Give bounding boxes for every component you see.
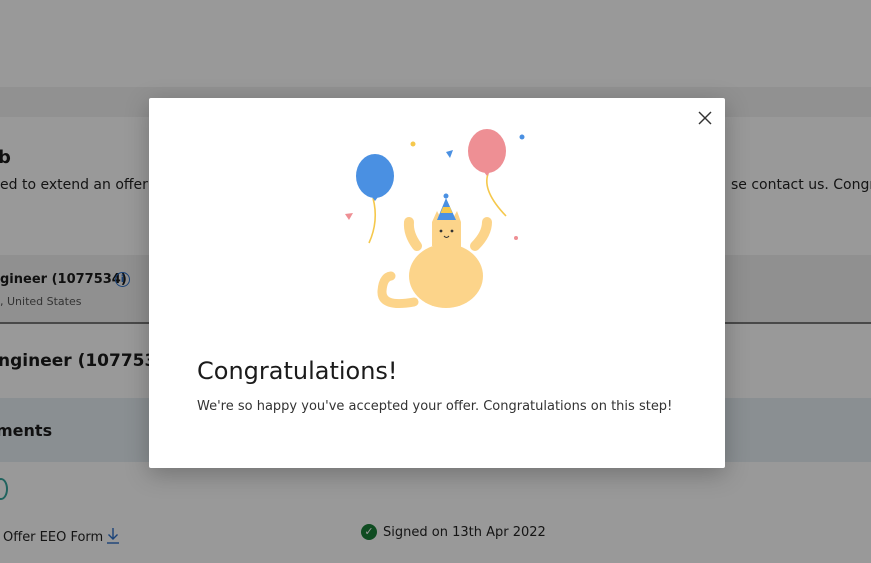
congratulations-dialog: Congratulations! We're so happy you've a… — [149, 98, 725, 468]
celebrating-cat-illustration — [345, 129, 525, 309]
dialog-message: We're so happy you've accepted your offe… — [197, 399, 673, 414]
close-icon — [698, 111, 712, 125]
dialog-title: Congratulations! — [197, 357, 398, 385]
close-button[interactable] — [697, 110, 713, 126]
